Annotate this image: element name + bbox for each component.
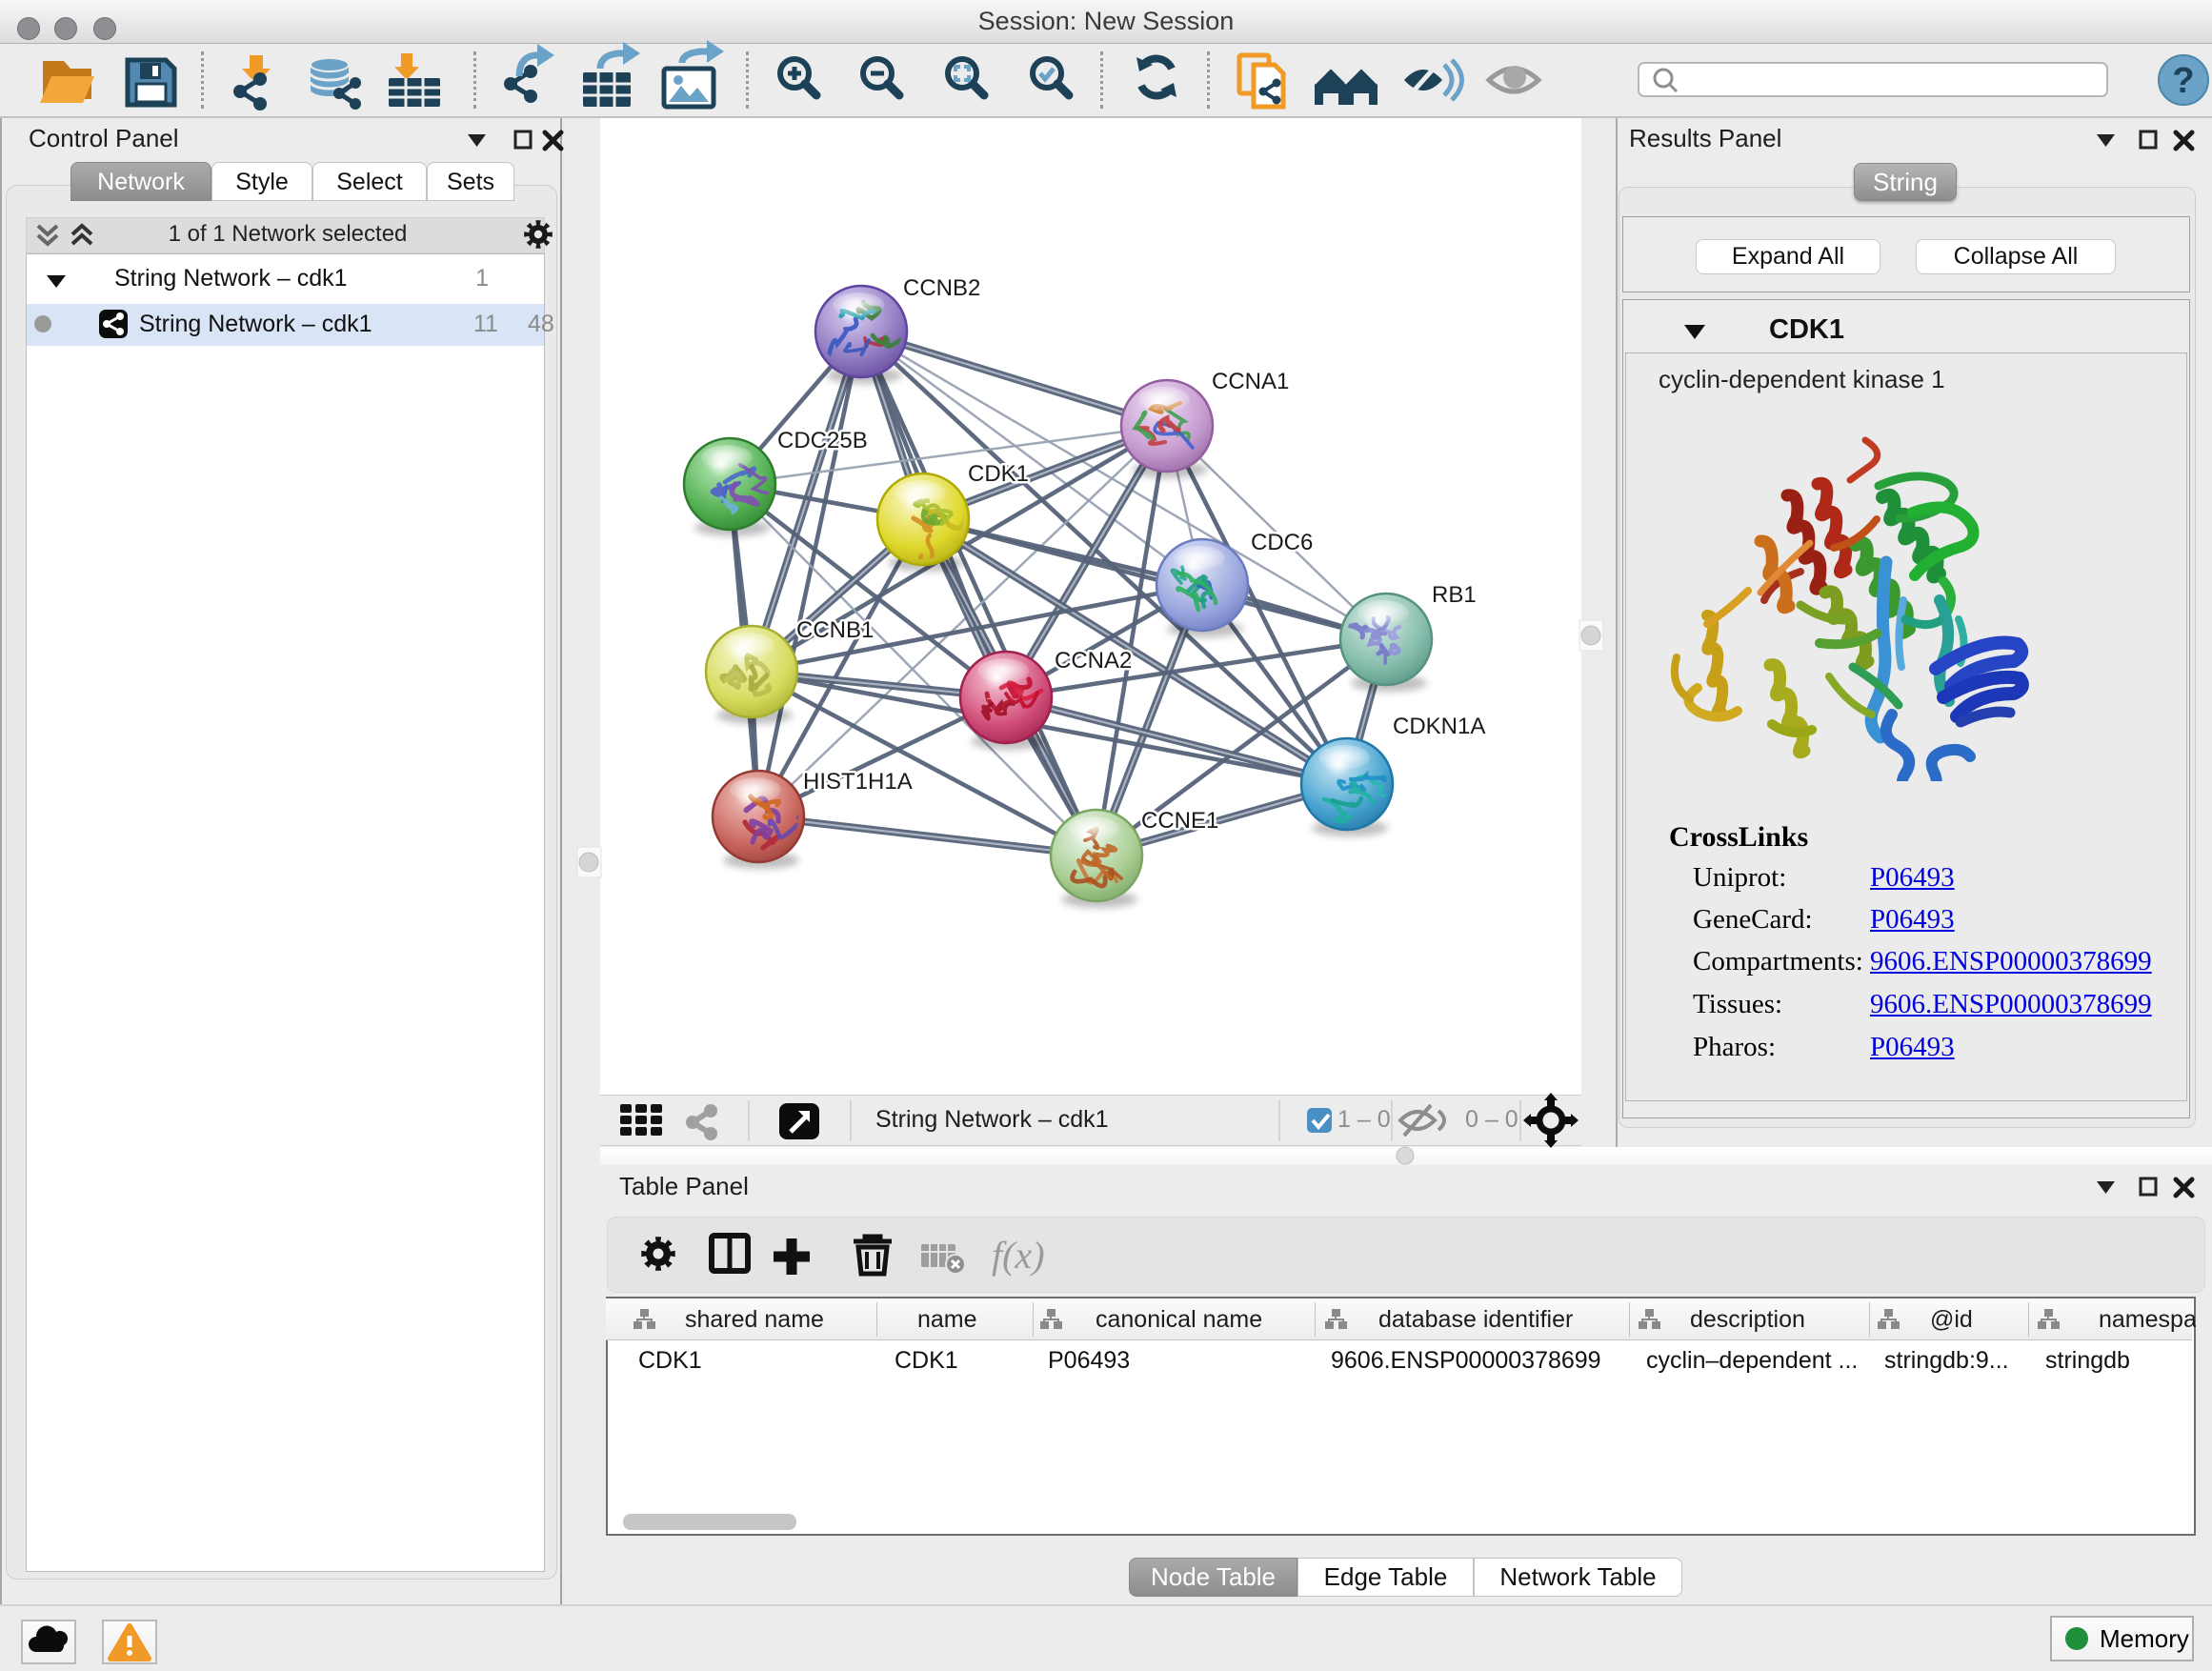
svg-text:?: ? <box>2172 61 2194 101</box>
svg-text:f(x): f(x) <box>992 1234 1045 1277</box>
